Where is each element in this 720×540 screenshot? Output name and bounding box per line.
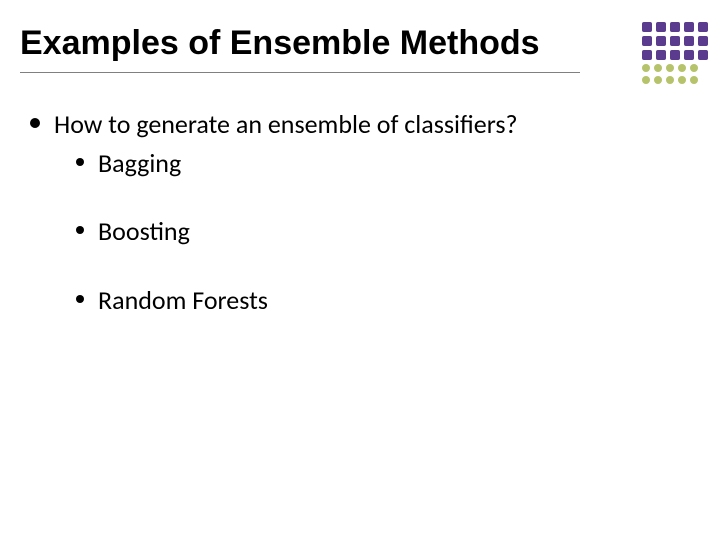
bullet-level-2: Boosting <box>30 215 690 248</box>
slide: Examples of Ensemble Methods <box>0 0 720 540</box>
deco-dot <box>670 36 680 46</box>
deco-dot <box>678 76 686 84</box>
deco-dot <box>684 22 694 32</box>
bullet-icon <box>76 158 84 166</box>
corner-decoration <box>642 22 708 88</box>
deco-dot <box>642 22 652 32</box>
deco-dot <box>642 36 652 46</box>
title-underline <box>20 72 580 73</box>
deco-dot <box>656 36 666 46</box>
bullet-level-2: Bagging <box>30 147 690 180</box>
bullet-text: Boosting <box>98 215 690 248</box>
deco-dot <box>684 50 694 60</box>
deco-dot <box>642 50 652 60</box>
deco-row <box>642 36 708 46</box>
bullet-text: Random Forests <box>98 284 690 317</box>
bullet-level-1: How to generate an ensemble of classifie… <box>30 108 690 141</box>
deco-dot <box>642 64 650 72</box>
deco-dot <box>678 64 686 72</box>
deco-dot <box>684 36 694 46</box>
deco-dot <box>698 22 708 32</box>
deco-row <box>642 50 708 60</box>
bullet-icon <box>76 295 84 303</box>
bullet-text: How to generate an ensemble of classifie… <box>54 108 690 141</box>
deco-dot <box>698 50 708 60</box>
deco-dot <box>656 50 666 60</box>
deco-dot <box>670 22 680 32</box>
deco-dot <box>690 76 698 84</box>
deco-dot <box>656 22 666 32</box>
bullet-icon <box>76 226 84 234</box>
deco-dot <box>642 76 650 84</box>
bullet-level-2: Random Forests <box>30 284 690 317</box>
deco-dot <box>654 76 662 84</box>
bullet-icon <box>30 118 40 128</box>
deco-dot <box>654 64 662 72</box>
bullet-text: Bagging <box>98 147 690 180</box>
deco-dot <box>666 76 674 84</box>
deco-row <box>642 64 708 72</box>
slide-title: Examples of Ensemble Methods <box>20 24 540 63</box>
deco-dot <box>666 64 674 72</box>
deco-row <box>642 22 708 32</box>
slide-body: How to generate an ensemble of classifie… <box>30 108 690 352</box>
deco-row <box>642 76 708 84</box>
deco-dot <box>690 64 698 72</box>
deco-dot <box>670 50 680 60</box>
deco-dot <box>698 36 708 46</box>
